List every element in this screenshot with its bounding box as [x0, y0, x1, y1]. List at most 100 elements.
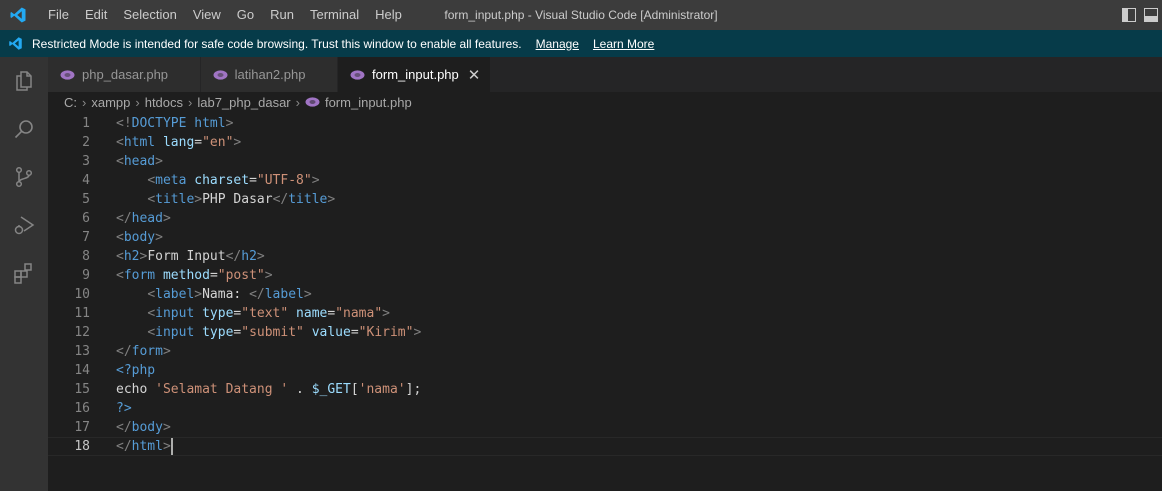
code-line[interactable]: 10 <label>Nama: </label>: [48, 285, 1162, 304]
explorer-icon[interactable]: [0, 57, 48, 105]
vscode-logo-icon: [0, 36, 30, 51]
code-text: <label>Nama: </label>: [147, 287, 312, 302]
code-text: echo 'Selamat Datang ' . $_GET['nama'];: [116, 382, 422, 397]
extensions-icon[interactable]: [0, 249, 48, 297]
line-number: 13: [74, 344, 90, 359]
code-text: <input type="text" name="nama">: [147, 306, 390, 321]
line-number: 2: [82, 135, 90, 150]
vscode-logo-icon: [0, 0, 36, 30]
line-number: 3: [82, 154, 90, 169]
line-number: 5: [82, 192, 90, 207]
code-line[interactable]: 1 <!DOCTYPE html>: [48, 114, 1162, 133]
code-line[interactable]: 11 <input type="text" name="nama">: [48, 304, 1162, 323]
line-number: 12: [74, 325, 90, 340]
code-line[interactable]: 16 ?>: [48, 399, 1162, 418]
code-line[interactable]: 7 <body>: [48, 228, 1162, 247]
title-bar: File Edit Selection View Go Run Terminal Help f…: [0, 0, 1162, 30]
breadcrumb-item[interactable]: C:: [64, 95, 77, 110]
code-text: <body>: [116, 230, 163, 245]
php-file-icon: [60, 69, 76, 80]
text-cursor: [170, 438, 173, 455]
toggle-sidebar-icon[interactable]: [1118, 0, 1140, 30]
code-line[interactable]: 8 <h2>Form Input</h2>: [48, 247, 1162, 266]
code-line[interactable]: 17 </body>: [48, 418, 1162, 437]
code-text: <form method="post">: [116, 268, 273, 283]
code-line[interactable]: 9 <form method="post">: [48, 266, 1162, 285]
line-number: 11: [74, 306, 90, 321]
menu-bar: File Edit Selection View Go Run Terminal Help: [40, 0, 410, 30]
tab-latihan2-php[interactable]: latihan2.php✕: [200, 57, 339, 92]
menu-view[interactable]: View: [185, 0, 229, 30]
line-number: 14: [74, 363, 90, 378]
code-text: </head>: [116, 211, 171, 226]
code-line[interactable]: 5 <title>PHP Dasar</title>: [48, 190, 1162, 209]
breadcrumb-item[interactable]: xampp: [91, 95, 130, 110]
breadcrumb: C: › xampp › htdocs › lab7_php_dasar › form_inpu…: [48, 92, 412, 112]
line-number: 17: [74, 420, 90, 435]
chevron-right-icon: ›: [295, 94, 300, 110]
chevron-right-icon: ›: [135, 94, 140, 110]
code-editor[interactable]: 1 <!DOCTYPE html> 2 <html lang="en"> 3 <head>…: [48, 114, 1162, 456]
menu-terminal[interactable]: Terminal: [302, 0, 367, 30]
toggle-panel-icon[interactable]: [1140, 0, 1162, 30]
line-number: 16: [74, 401, 90, 416]
chevron-right-icon: ›: [82, 94, 87, 110]
code-text: ?>: [116, 401, 132, 416]
php-file-icon: [213, 69, 229, 80]
line-number: 1: [82, 116, 90, 131]
line-number: 8: [82, 249, 90, 264]
code-line[interactable]: 3 <head>: [48, 152, 1162, 171]
tab-label: form_input.php: [372, 67, 459, 82]
tab-label: latihan2.php: [234, 67, 306, 82]
code-text: <html lang="en">: [116, 135, 242, 150]
code-text: </html>: [116, 438, 173, 455]
source-control-icon[interactable]: [0, 153, 48, 201]
line-number: 7: [82, 230, 90, 245]
code-text: <h2>Form Input</h2>: [116, 249, 265, 264]
line-number: 9: [82, 268, 90, 283]
tab-form-input-php[interactable]: form_input.php ✕: [338, 57, 492, 92]
menu-run[interactable]: Run: [262, 0, 302, 30]
line-number: 6: [82, 211, 90, 226]
tab-php-dasar-php[interactable]: php_dasar.php✕: [48, 57, 201, 92]
activity-bar: [0, 57, 48, 491]
menu-file[interactable]: File: [40, 0, 77, 30]
breadcrumb-item[interactable]: form_input.php: [325, 95, 412, 110]
menu-go[interactable]: Go: [229, 0, 262, 30]
code-text: <meta charset="UTF-8">: [147, 173, 320, 188]
chevron-right-icon: ›: [188, 94, 193, 110]
banner-message: Restricted Mode is intended for safe cod…: [32, 36, 522, 51]
code-line[interactable]: 2 <html lang="en">: [48, 133, 1162, 152]
menu-edit[interactable]: Edit: [77, 0, 115, 30]
editor-tabs: php_dasar.php✕latihan2.php✕form_input.ph…: [48, 57, 1162, 92]
learn-more-link[interactable]: Learn More: [593, 37, 654, 51]
code-line[interactable]: 6 </head>: [48, 209, 1162, 228]
close-icon[interactable]: ✕: [468, 66, 481, 84]
menu-selection[interactable]: Selection: [115, 0, 184, 30]
line-number: 18: [74, 439, 90, 454]
code-line[interactable]: 18 </html>: [48, 437, 1162, 456]
code-line[interactable]: 4 <meta charset="UTF-8">: [48, 171, 1162, 190]
code-text: </form>: [116, 344, 171, 359]
restricted-mode-banner: Restricted Mode is intended for safe cod…: [0, 30, 1162, 57]
breadcrumb-item[interactable]: htdocs: [145, 95, 183, 110]
line-number: 15: [74, 382, 90, 397]
code-text: <input type="submit" value="Kirim">: [147, 325, 422, 340]
run-debug-icon[interactable]: [0, 201, 48, 249]
code-text: <head>: [116, 154, 163, 169]
code-text: <?php: [116, 363, 156, 378]
line-number: 4: [82, 173, 90, 188]
code-line[interactable]: 12 <input type="submit" value="Kirim">: [48, 323, 1162, 342]
menu-help[interactable]: Help: [367, 0, 410, 30]
code-line[interactable]: 14 <?php: [48, 361, 1162, 380]
code-line[interactable]: 15 echo 'Selamat Datang ' . $_GET['nama']…: [48, 380, 1162, 399]
code-text: </body>: [116, 420, 171, 435]
manage-link[interactable]: Manage: [536, 37, 579, 51]
tab-label: php_dasar.php: [82, 67, 169, 82]
code-text: <!DOCTYPE html>: [116, 116, 234, 131]
breadcrumb-item[interactable]: lab7_php_dasar: [197, 95, 290, 110]
code-line[interactable]: 13 </form>: [48, 342, 1162, 361]
search-icon[interactable]: [0, 105, 48, 153]
line-number: 10: [74, 287, 90, 302]
php-file-icon: [305, 97, 320, 107]
